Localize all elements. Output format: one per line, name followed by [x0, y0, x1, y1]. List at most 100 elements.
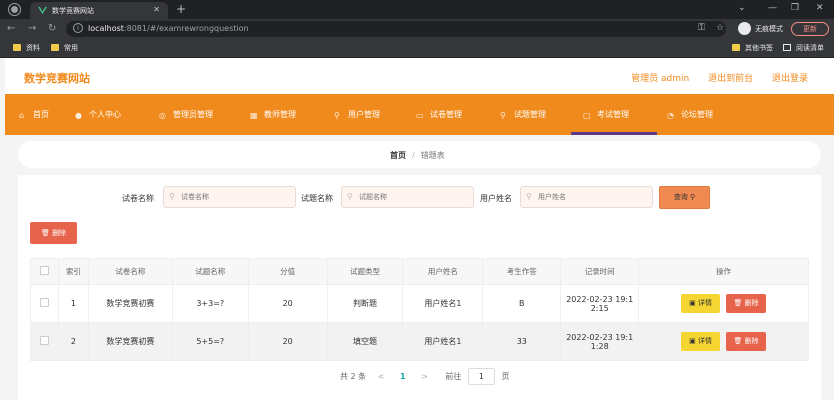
tab-search-icon[interactable]: ⌄: [738, 3, 746, 13]
logout-link[interactable]: 退出登录: [772, 74, 808, 84]
row-checkbox[interactable]: [39, 298, 49, 307]
paper-name-input[interactable]: [163, 186, 296, 208]
row-select-cell: [30, 284, 59, 323]
incognito-icon: [738, 22, 751, 35]
row-delete-button[interactable]: 🗑 删除: [726, 294, 767, 313]
column-header[interactable]: 记录时间: [560, 258, 640, 285]
bookmark-star-icon[interactable]: ☆: [716, 23, 724, 33]
prev-page-icon[interactable]: <: [378, 372, 385, 381]
goto-page-input[interactable]: 1: [467, 368, 495, 385]
pagination: 共 2 条 < 1 > 前往 1 页: [340, 368, 509, 385]
batch-delete-button[interactable]: 🗑 删除: [30, 222, 77, 244]
site-info-icon[interactable]: i: [73, 23, 83, 33]
breadcrumb-home[interactable]: 首页: [390, 151, 406, 160]
update-button[interactable]: 更新: [791, 22, 829, 36]
reading-list[interactable]: 阅读清单: [783, 43, 824, 53]
trash-icon: 🗑: [733, 337, 743, 345]
forum-icon: ◔: [667, 111, 674, 120]
paper-name-label: 试卷名称: [122, 194, 154, 203]
folder-icon: [51, 44, 59, 51]
folder-icon: [13, 44, 21, 51]
nav-item-home[interactable]: ⌂ 首页: [19, 109, 49, 120]
trash-icon: 🗑: [40, 229, 50, 237]
breadcrumb-current: 错题表: [420, 151, 445, 160]
column-header[interactable]: 索引: [57, 258, 89, 285]
nav-item-forum[interactable]: ◔ 论坛管理: [667, 109, 713, 120]
current-page[interactable]: 1: [400, 372, 406, 381]
search-icon: ⚲: [526, 192, 532, 201]
user-name-input[interactable]: [520, 186, 653, 208]
users-icon: ⚲: [334, 111, 340, 120]
folder-icon: [732, 44, 740, 51]
column-header: 操作: [638, 258, 809, 285]
select-all-header: [30, 258, 59, 285]
paper-icon: ▭: [416, 111, 424, 120]
app-header: 数学竞赛网站 管理员 admin 退出到前台 退出登录: [5, 58, 834, 94]
browser-menu-icon[interactable]: [9, 4, 20, 15]
breadcrumb-card: 首页 / 错题表: [18, 141, 821, 168]
detail-button[interactable]: ▣ 详情: [681, 332, 721, 351]
paper-cell: 数学竞赛初赛: [87, 284, 173, 323]
detail-icon: ▣: [689, 337, 696, 345]
question-icon: ⚲: [500, 111, 506, 120]
column-header[interactable]: 试题名称: [171, 258, 249, 285]
column-header[interactable]: 试题类型: [326, 258, 404, 285]
nav-item-exam[interactable]: ▢ 考试管理: [583, 109, 629, 120]
reload-icon[interactable]: ↻: [48, 23, 56, 34]
content-panel: 试卷名称 ⚲ 试题名称 ⚲ 用户姓名 ⚲ 查询 ⚲ 🗑 删除 索引 试卷名称 试…: [18, 175, 821, 400]
bookmarks-bar: 资料 常用 其他书签 阅读清单: [0, 39, 834, 58]
browser-tab[interactable]: 数学竞赛网站 ✕: [30, 2, 168, 19]
minimize-icon[interactable]: —: [768, 3, 777, 13]
column-header[interactable]: 用户姓名: [402, 258, 484, 285]
score-cell: 20: [247, 322, 328, 361]
restore-icon[interactable]: ❐: [791, 3, 799, 13]
new-tab-icon[interactable]: +: [176, 2, 186, 16]
trash-icon: 🗑: [733, 299, 743, 307]
address-bar[interactable]: i localhost:8081/#/examrewrongquestion: [66, 21, 726, 37]
page-unit: 页: [501, 372, 510, 381]
nav-item-paper[interactable]: ▭ 试卷管理: [416, 109, 462, 120]
actions-cell: ▣ 详情 🗑 删除: [638, 284, 809, 323]
row-delete-button[interactable]: 🗑 删除: [726, 332, 767, 351]
home-icon: ⌂: [19, 111, 25, 120]
column-header[interactable]: 试卷名称: [87, 258, 173, 285]
next-page-icon[interactable]: >: [421, 372, 428, 381]
column-header[interactable]: 分值: [247, 258, 328, 285]
nav-item-admin[interactable]: ◎ 管理员管理: [159, 109, 213, 120]
window-close-icon[interactable]: ✕: [816, 3, 824, 13]
detail-icon: ▣: [689, 299, 696, 307]
row-checkbox[interactable]: [39, 336, 49, 345]
question-name-input[interactable]: [341, 186, 474, 208]
bookmark-folder-1[interactable]: 资料: [13, 43, 40, 53]
user-cell: 用户姓名1: [402, 322, 484, 361]
paper-cell: 数学竞赛初赛: [87, 322, 173, 361]
bookmark-folder-2[interactable]: 常用: [51, 43, 78, 53]
index-cell: 1: [57, 284, 89, 323]
vue-favicon-icon: [38, 6, 47, 15]
user-name-label: 用户姓名: [480, 194, 512, 203]
tab-close-icon[interactable]: ✕: [153, 5, 160, 14]
admin-icon: ◎: [159, 111, 166, 120]
question-cell: 3+3=?: [171, 284, 249, 323]
nav-item-users[interactable]: ⚲ 用户管理: [334, 109, 380, 120]
query-button[interactable]: 查询 ⚲: [659, 186, 710, 209]
browser-toolbar: ← → ↻ i localhost:8081/#/examrewrongques…: [0, 19, 834, 39]
other-bookmarks[interactable]: 其他书签: [732, 43, 773, 53]
reading-list-icon: [783, 44, 791, 51]
key-icon[interactable]: ⚿: [698, 23, 705, 33]
column-header[interactable]: 考生作答: [482, 258, 562, 285]
back-to-front-link[interactable]: 退出到前台: [708, 74, 753, 84]
back-icon[interactable]: ←: [7, 23, 15, 34]
forward-icon[interactable]: →: [28, 23, 36, 34]
select-all-checkbox[interactable]: [39, 266, 49, 275]
table-row: 1 数学竞赛初赛 3+3=? 20 判断题 用户姓名1 B 2022-02-23…: [30, 284, 809, 323]
score-cell: 20: [247, 284, 328, 323]
nav-item-profile[interactable]: ● 个人中心: [75, 109, 121, 120]
header-links: 管理员 admin 退出到前台 退出登录: [615, 71, 808, 84]
time-cell: 2022-02-23 19:1 2:15: [560, 284, 640, 323]
nav-item-teacher[interactable]: ▦ 教师管理: [250, 109, 296, 120]
detail-button[interactable]: ▣ 详情: [681, 294, 721, 313]
nav-item-question[interactable]: ⚲ 试题管理: [500, 109, 546, 120]
breadcrumb-separator: /: [412, 151, 415, 160]
question-name-search: ⚲: [341, 186, 474, 208]
